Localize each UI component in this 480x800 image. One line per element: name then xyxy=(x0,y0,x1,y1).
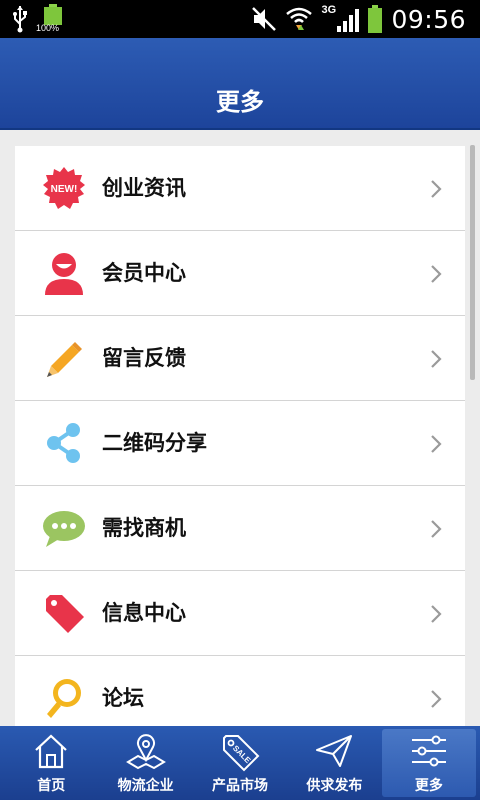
mute-icon xyxy=(252,7,277,31)
page-title: 更多 xyxy=(216,88,264,116)
chevron-right-icon xyxy=(431,350,442,368)
tab-logistics[interactable]: 物流企业 xyxy=(98,726,192,800)
menu-item-seek-opportunity[interactable]: 需找商机 xyxy=(15,486,465,571)
scrollbar[interactable] xyxy=(470,145,475,380)
battery-icon xyxy=(368,5,383,33)
menu-item-label: 论坛 xyxy=(102,686,144,710)
chevron-right-icon xyxy=(431,435,442,453)
magnifier-icon xyxy=(42,676,86,720)
menu-item-label: 会员中心 xyxy=(102,261,186,285)
tab-home[interactable]: 首页 xyxy=(4,726,98,800)
menu-item-startup-news[interactable]: NEW! 创业资讯 xyxy=(15,146,465,231)
new-badge-text: NEW! xyxy=(51,184,78,195)
wifi-icon xyxy=(286,7,313,30)
chevron-right-icon xyxy=(431,180,442,198)
tag-icon xyxy=(42,591,86,635)
sliders-icon xyxy=(411,735,446,767)
chat-bubble-icon xyxy=(42,506,86,550)
chevron-right-icon xyxy=(431,605,442,623)
tab-product-market[interactable]: SALE 产品市场 xyxy=(193,726,287,800)
tab-more[interactable]: 更多 xyxy=(381,729,477,797)
signal-icon: 3G xyxy=(321,4,360,34)
menu-item-label: 留言反馈 xyxy=(102,346,186,370)
battery-percent-label: 100% xyxy=(36,23,60,33)
menu-item-label: 二维码分享 xyxy=(102,431,207,455)
bottom-tab-bar: 首页 物流企业 SALE 产品市场 供求发布 更多 xyxy=(0,726,480,800)
user-icon xyxy=(42,251,86,295)
tab-label: 首页 xyxy=(37,778,66,794)
tab-label: 物流企业 xyxy=(117,778,174,794)
battery-small-icon: 100% xyxy=(36,4,64,34)
clock: 09:56 xyxy=(391,4,466,34)
more-menu-list: NEW! 创业资讯 会员中心 留言反馈 二维码分享 需找商机 信息中心 论坛 xyxy=(15,146,465,741)
home-icon xyxy=(35,734,67,769)
chevron-right-icon xyxy=(431,690,442,708)
share-icon xyxy=(42,421,86,465)
menu-item-qrcode-share[interactable]: 二维码分享 xyxy=(15,401,465,486)
app-header: 更多 xyxy=(0,38,480,130)
new-badge-icon: NEW! xyxy=(42,166,86,210)
tab-label: 更多 xyxy=(414,778,443,794)
sale-tag-icon: SALE xyxy=(223,735,260,772)
tab-label: 产品市场 xyxy=(212,778,269,794)
chevron-right-icon xyxy=(431,265,442,283)
menu-item-label: 创业资讯 xyxy=(102,176,186,200)
status-bar: 100% 3G 09:56 xyxy=(0,0,480,38)
menu-item-label: 需找商机 xyxy=(102,516,186,540)
paper-plane-icon xyxy=(316,735,353,767)
map-pin-icon xyxy=(125,734,166,770)
menu-item-info-center[interactable]: 信息中心 xyxy=(15,571,465,656)
menu-item-feedback[interactable]: 留言反馈 xyxy=(15,316,465,401)
pencil-icon xyxy=(42,336,86,380)
usb-icon xyxy=(13,6,27,33)
chevron-right-icon xyxy=(431,520,442,538)
tab-label: 供求发布 xyxy=(306,778,363,794)
menu-item-label: 信息中心 xyxy=(102,601,186,625)
menu-item-member-center[interactable]: 会员中心 xyxy=(15,231,465,316)
tab-supply-demand[interactable]: 供求发布 xyxy=(287,726,381,800)
